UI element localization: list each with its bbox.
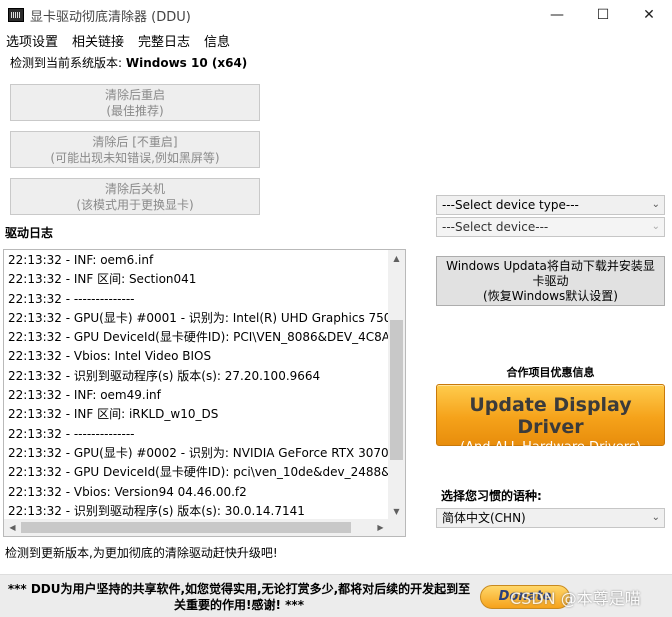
footer-message: *** DDU为用户坚持的共享软件,如您觉得实用,无论打赏多少,都将对后续的开发… [7,582,471,612]
clean-no-restart-note: (可能出现未知错误,例如黑屏等) [50,151,220,165]
chevron-down-icon: ⌄ [651,221,660,232]
clean-restart-note: (最佳推荐) [106,104,164,118]
chevron-down-icon: ⌄ [651,512,660,523]
log-horizontal-thumb[interactable] [21,522,351,533]
scroll-corner [388,519,405,536]
clean-shutdown-label: 清除后关机 [104,182,165,196]
log-line: 22:13:32 - INF 区间: Section041 [8,272,197,287]
log-line: 22:13:32 - Vbios: Intel Video BIOS [8,349,212,364]
language-value: 简体中文(CHN) [442,511,526,525]
device-value: ---Select device--- [442,220,549,234]
clean-shutdown-note: (该模式用于更换显卡) [76,198,194,212]
scroll-up-icon[interactable]: ▲ [388,250,405,267]
footer: *** DDU为用户坚持的共享软件,如您觉得实用,无论打赏多少,都将对后续的开发… [0,574,672,617]
log-line: 22:13:32 - INF 区间: iRKLD_w10_DS [8,407,219,422]
log-line: 22:13:32 - GPU DeviceId(显卡硬件ID): PCI\VEN… [8,330,390,345]
minimize-button[interactable]: — [534,0,580,30]
log-line: 22:13:32 - INF: oem49.inf [8,388,161,403]
app-icon [8,8,24,22]
window-controls: — ☐ ✕ [534,0,672,30]
clean-no-restart-button[interactable]: 清除后 [不重启] (可能出现未知错误,例如黑屏等) [10,131,260,168]
log-horizontal-scrollbar[interactable]: ◀ ▶ [4,519,389,536]
menu-links[interactable]: 相关链接 [72,31,124,50]
windows-update-button[interactable]: Windows Updata将自动下载并安装显 卡驱动 (恢复Windows默认… [436,256,665,306]
driver-log-label: 驱动日志 [5,226,54,240]
update-driver-banner[interactable]: Update Display Driver (And ALL Hardware … [436,384,665,455]
menu-bar: 选项设置 相关链接 完整日志 信息 [0,30,672,50]
language-select[interactable]: 简体中文(CHN) ⌄ [436,508,665,528]
log-lines: 22:13:32 - INF: oem6.inf 22:13:32 - INF … [8,251,390,521]
clean-no-restart-label: 清除后 [不重启] [92,135,178,149]
watermark: CSDN @本尊是喵 [510,589,641,608]
system-version-prefix: 检测到当前系统版本: [10,56,126,70]
log-line: 22:13:32 - -------------- [8,426,135,441]
banner-subtitle: (And ALL Hardware Drivers) [460,440,641,455]
log-line: 22:13:32 - Vbios: Version94 04.46.00.f2 [8,484,247,499]
system-version-value: Windows 10 (x64) [125,56,248,70]
chevron-down-icon: ⌄ [651,199,660,210]
clean-restart-button[interactable]: 清除后重启 (最佳推荐) [10,84,260,121]
scroll-down-icon[interactable]: ▼ [388,503,405,520]
scroll-left-icon[interactable]: ◀ [4,519,21,536]
banner-title: Update Display Driver [469,394,632,438]
device-type-value: ---Select device type--- [442,198,579,212]
log-line: 22:13:32 - 识别到驱动程序(s) 版本(s): 27.20.100.9… [8,368,321,383]
log-line: 22:13:32 - GPU(显卡) #0001 - 识别为: Intel(R)… [8,310,390,325]
log-vertical-scrollbar[interactable]: ▲ ▼ [388,250,405,520]
windows-update-line1: Windows Updata将自动下载并安装显 [446,259,655,273]
clean-restart-label: 清除后重启 [104,88,165,102]
device-select[interactable]: ---Select device--- ⌄ [436,217,665,237]
windows-update-line3: (恢复Windows默认设置) [483,289,618,303]
driver-log-list[interactable]: 22:13:32 - INF: oem6.inf 22:13:32 - INF … [3,249,406,537]
window-title: 显卡驱动彻底清除器 (DDU) [30,9,191,25]
title-bar: 显卡驱动彻底清除器 (DDU) — ☐ ✕ [0,0,672,30]
log-vertical-thumb[interactable] [390,320,403,460]
log-line: 22:13:32 - -------------- [8,291,135,306]
menu-info[interactable]: 信息 [204,31,230,50]
language-label: 选择您习惯的语种: [441,489,542,503]
partner-label: 合作项目优惠信息 [506,366,595,379]
log-line: 22:13:32 - GPU(显卡) #0002 - 识别为: NVIDIA G… [8,445,389,460]
windows-update-line2: 卡驱动 [532,274,569,288]
log-line: 22:13:32 - GPU DeviceId(显卡硬件ID): pci\ven… [8,465,390,480]
maximize-button[interactable]: ☐ [580,0,626,30]
menu-options[interactable]: 选项设置 [6,31,58,50]
update-status-text: 检测到更新版本,为更加彻底的清除驱动赶快升级吧! [5,546,278,560]
log-line: 22:13:32 - INF: oem6.inf [8,253,154,267]
menu-full-log[interactable]: 完整日志 [138,31,190,50]
device-type-select[interactable]: ---Select device type--- ⌄ [436,195,665,215]
system-version-line: 检测到当前系统版本: Windows 10 (x64) [10,54,247,71]
clean-shutdown-button[interactable]: 清除后关机 (该模式用于更换显卡) [10,178,260,215]
close-button[interactable]: ✕ [626,0,672,30]
scroll-right-icon[interactable]: ▶ [372,519,389,536]
